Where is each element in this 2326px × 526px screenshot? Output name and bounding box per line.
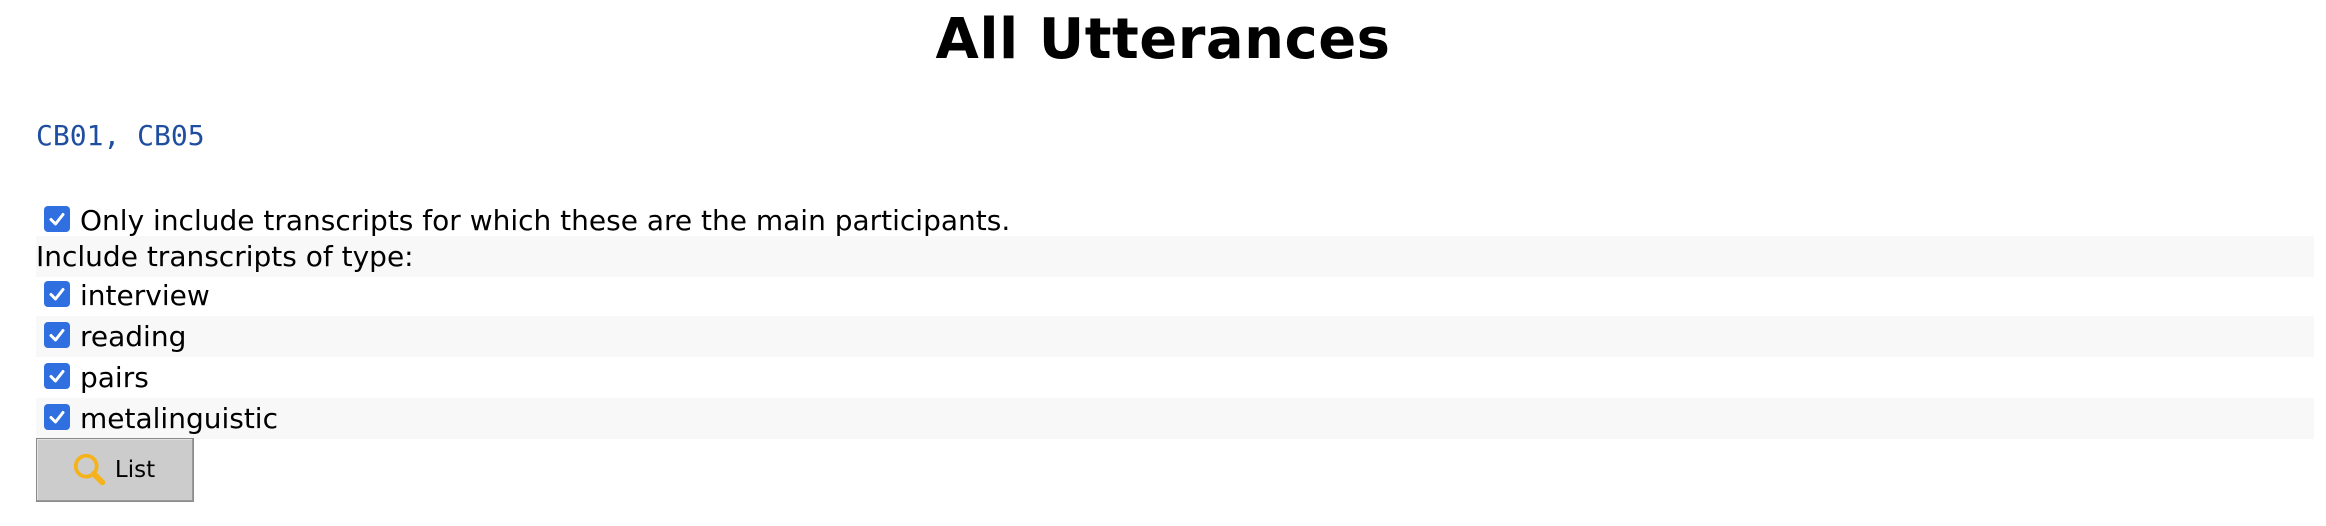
main-participants-checkbox[interactable] [44, 205, 70, 232]
participants-link[interactable]: CB01, CB05 [36, 116, 205, 156]
page-title: All Utterances [935, 7, 1391, 72]
page: All Utterances CB01, CB05 Only include t… [0, 0, 2326, 526]
type-label: pairs [80, 361, 149, 394]
main-participants-option[interactable]: Only include transcripts for which these… [36, 200, 2314, 241]
magnifier-icon [73, 453, 106, 486]
checkmark-icon [49, 287, 65, 300]
type-option-reading[interactable]: reading [36, 316, 2314, 357]
checkmark-icon [49, 328, 65, 341]
types-heading: Include transcripts of type: [36, 240, 414, 273]
type-option-pairs[interactable]: pairs [36, 357, 2314, 398]
type-label: interview [80, 279, 210, 312]
type-checkbox-reading[interactable] [44, 321, 70, 348]
type-checkbox-pairs[interactable] [44, 362, 70, 389]
type-option-metalinguistic[interactable]: metalinguistic [36, 398, 2314, 439]
checkmark-icon [49, 212, 65, 225]
list-button-label: List [114, 457, 156, 483]
type-option-interview[interactable]: interview [36, 275, 2314, 316]
checkmark-icon [49, 410, 65, 423]
type-checkbox-interview[interactable] [44, 280, 70, 307]
checkmark-icon [49, 369, 65, 382]
type-checkbox-metalinguistic[interactable] [44, 403, 70, 430]
types-heading-row: Include transcripts of type: [36, 236, 2314, 277]
list-button[interactable]: List [36, 438, 194, 502]
main-participants-label: Only include transcripts for which these… [80, 204, 1011, 237]
type-label: reading [80, 320, 187, 353]
type-label: metalinguistic [80, 402, 278, 435]
